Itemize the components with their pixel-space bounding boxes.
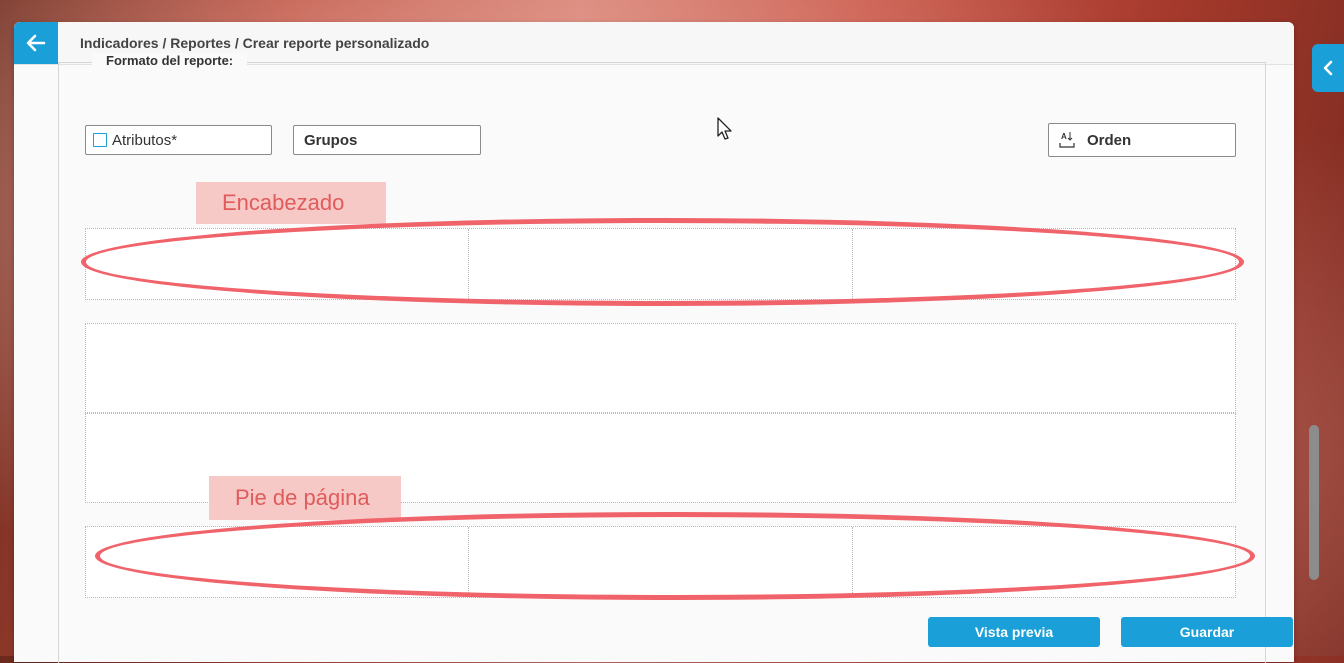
header-annotation-label: Encabezado [196, 182, 386, 224]
attributes-button[interactable]: Atributos* [85, 125, 272, 155]
sort-button[interactable]: A Orden [1048, 123, 1236, 157]
groups-button[interactable]: Grupos [293, 125, 481, 155]
header-annotation-ellipse [81, 218, 1244, 306]
section-legend: Formato del reporte: [92, 53, 248, 68]
back-button[interactable] [14, 22, 58, 64]
sort-az-icon: A [1059, 132, 1075, 148]
footer-annotation-label: Pie de página [209, 476, 401, 520]
body-band-top[interactable] [85, 323, 1236, 413]
side-panel-tab[interactable] [1312, 44, 1344, 92]
arrow-left-icon [26, 34, 46, 52]
breadcrumb: Indicadores / Reportes / Crear reporte p… [80, 35, 430, 51]
cursor-icon [717, 117, 732, 140]
groups-label: Grupos [304, 131, 358, 149]
save-button[interactable]: Guardar [1121, 617, 1293, 647]
sort-label: Orden [1087, 131, 1132, 149]
footer-annotation-ellipse [95, 512, 1255, 600]
checkbox-icon[interactable] [93, 133, 107, 147]
preview-button[interactable]: Vista previa [928, 617, 1100, 647]
svg-text:A: A [1061, 132, 1067, 141]
attributes-label: Atributos* [112, 131, 178, 149]
scrollbar-thumb[interactable] [1309, 425, 1319, 580]
chevron-left-icon [1323, 60, 1333, 76]
